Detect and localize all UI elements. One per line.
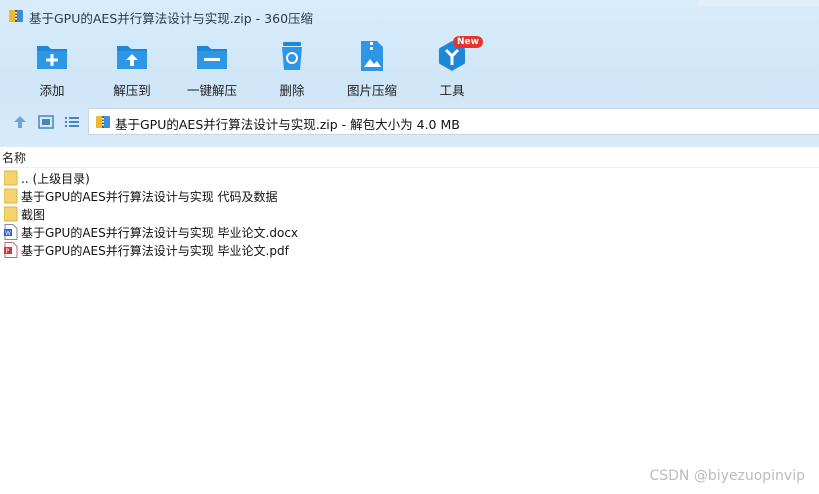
close-button[interactable] [779, 0, 819, 6]
title-bar: 基于GPU的AES并行算法设计与实现.zip - 360压缩 [0, 0, 819, 32]
add-label: 添加 [39, 83, 65, 98]
tools-button[interactable]: New 工具 [412, 35, 492, 98]
tools-label: 工具 [439, 83, 465, 98]
pdf-document-icon: P [4, 242, 18, 258]
file-name: 基于GPU的AES并行算法设计与实现 毕业论文.docx [21, 226, 299, 240]
extract-to-label: 解压到 [113, 83, 151, 98]
folder-icon [3, 170, 18, 186]
add-icon [35, 39, 69, 73]
folder-icon [3, 188, 18, 204]
list-view-icon[interactable] [64, 114, 80, 130]
one-click-extract-label: 一键解压 [186, 83, 237, 98]
minimize-button[interactable] [699, 0, 739, 6]
add-button[interactable]: 添加 [12, 35, 92, 98]
file-list: .. (上级目录) 基于GPU的AES并行算法设计与实现 代码及数据 截图 W … [0, 169, 819, 259]
image-compress-label: 图片压缩 [346, 83, 397, 98]
svg-text:W: W [5, 230, 11, 237]
zip-archive-icon [8, 8, 24, 24]
column-header-name[interactable]: 名称 [2, 149, 26, 166]
delete-icon [275, 39, 309, 73]
list-item[interactable]: P 基于GPU的AES并行算法设计与实现 毕业论文.pdf [0, 241, 819, 259]
address-bar[interactable]: 基于GPU的AES并行算法设计与实现.zip - 解包大小为 4.0 MB [88, 108, 819, 135]
address-text: 基于GPU的AES并行算法设计与实现.zip - 解包大小为 4.0 MB [115, 117, 460, 132]
tools-icon: New [435, 36, 483, 73]
list-item[interactable]: .. (上级目录) [0, 169, 819, 187]
file-name: 截图 [21, 208, 46, 222]
extract-to-icon [115, 39, 149, 73]
thumbnail-view-icon[interactable] [38, 114, 54, 130]
image-compress-button[interactable]: 图片压缩 [332, 35, 412, 98]
watermark-text: CSDN @biyezuopinvip [649, 468, 805, 484]
list-item[interactable]: 基于GPU的AES并行算法设计与实现 代码及数据 [0, 187, 819, 205]
up-arrow-icon[interactable] [12, 114, 28, 130]
window-controls [699, 0, 819, 8]
new-badge: New [453, 36, 483, 48]
list-header: 名称 [0, 147, 819, 168]
delete-label: 删除 [279, 83, 305, 98]
maximize-button[interactable] [739, 0, 779, 6]
list-item[interactable]: 截图 [0, 205, 819, 223]
one-click-extract-icon [195, 39, 229, 73]
file-name: 基于GPU的AES并行算法设计与实现 代码及数据 [21, 190, 278, 204]
image-compress-icon [355, 39, 389, 73]
svg-text:P: P [6, 248, 10, 255]
zip-archive-icon [95, 114, 111, 130]
folder-icon [3, 206, 18, 222]
word-document-icon: W [4, 224, 18, 240]
one-click-extract-button[interactable]: 一键解压 [172, 35, 252, 98]
window-title: 基于GPU的AES并行算法设计与实现.zip - 360压缩 [29, 11, 314, 26]
delete-button[interactable]: 删除 [252, 35, 332, 98]
main-toolbar: 添加 解压到 一键解压 删除 图片压缩 New 工具 [0, 35, 819, 98]
file-name: .. (上级目录) [21, 172, 90, 186]
list-item[interactable]: W 基于GPU的AES并行算法设计与实现 毕业论文.docx [0, 223, 819, 241]
file-name: 基于GPU的AES并行算法设计与实现 毕业论文.pdf [21, 244, 289, 258]
extract-to-button[interactable]: 解压到 [92, 35, 172, 98]
